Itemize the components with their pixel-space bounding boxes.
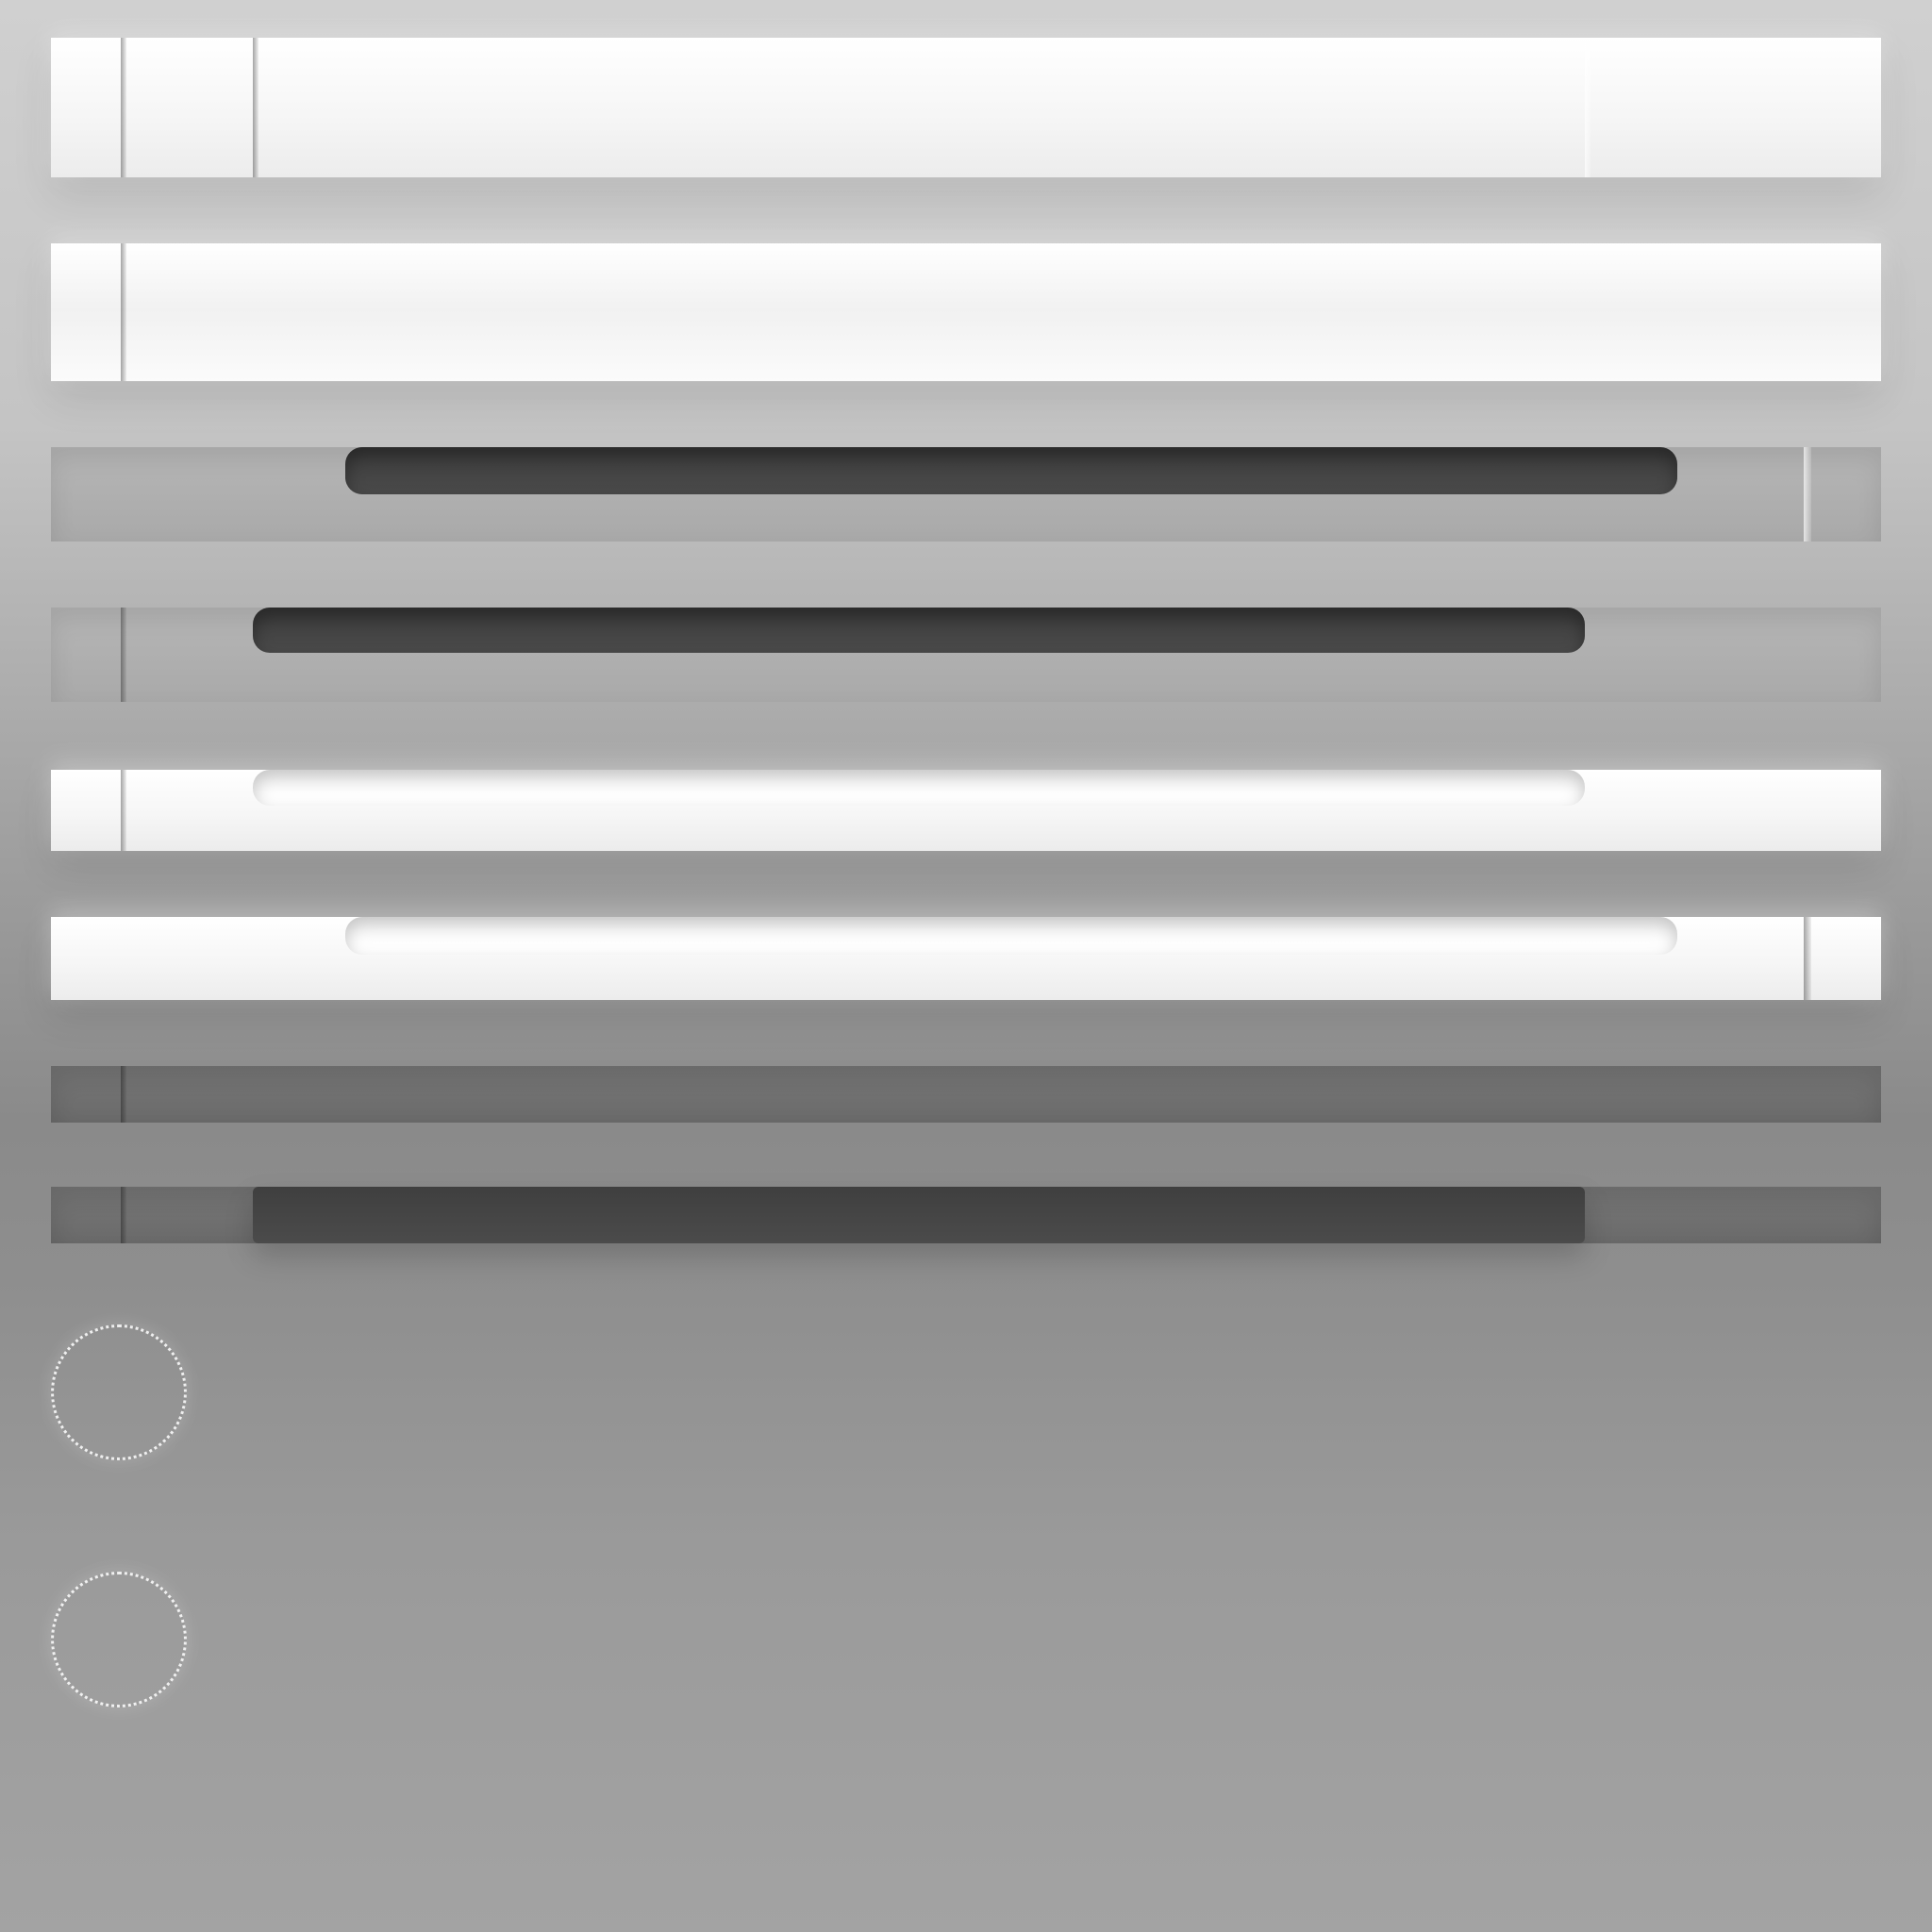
- ring-icon-2: [51, 1572, 187, 1707]
- band-row-6-left-notch: [1804, 917, 1811, 1000]
- band-row-3-right-notch: [1804, 447, 1811, 541]
- band-row-6: [51, 917, 1881, 1000]
- band-row-3: [51, 447, 1881, 541]
- band-row-6-light-inset: [345, 917, 1677, 955]
- band-row-2-left-notch: [121, 243, 126, 381]
- band-row-1: [51, 38, 1881, 177]
- band-row-2: [51, 243, 1881, 381]
- band-row-3-dark-inset: [345, 447, 1677, 494]
- band-row-8: [51, 1187, 1881, 1243]
- band-row-7: [51, 1066, 1881, 1123]
- ring-icon-1: [51, 1324, 187, 1460]
- band-row-5: [51, 770, 1881, 851]
- band-row-4-left-notch: [121, 608, 126, 702]
- band-row-8-dark-inset: [253, 1187, 1585, 1243]
- band-row-4: [51, 608, 1881, 702]
- band-row-5-left-notch: [121, 770, 126, 851]
- band-row-4-dark-inset: [253, 608, 1585, 653]
- band-row-1-notch-2: [253, 38, 258, 177]
- band-row-8-left-notch: [121, 1187, 126, 1243]
- band-row-1-notch-3: [1585, 38, 1591, 177]
- band-row-5-light-inset: [253, 770, 1585, 806]
- ring-label-2: [54, 1574, 55, 1575]
- band-row-1-left-notch: [121, 38, 126, 177]
- abstract-scene: [0, 0, 1932, 1932]
- band-row-7-left-notch: [121, 1066, 126, 1123]
- ring-label-1: [54, 1327, 55, 1328]
